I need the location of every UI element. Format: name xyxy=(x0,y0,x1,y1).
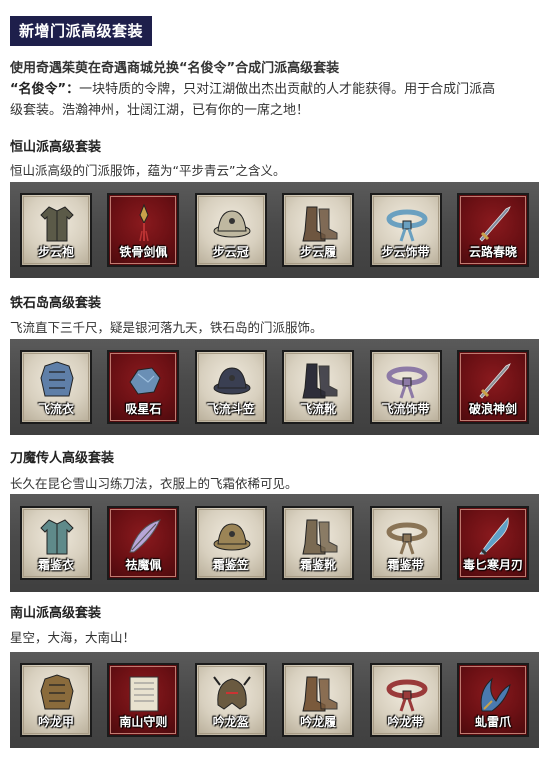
boots-icon xyxy=(302,676,338,712)
item-label: 吟龙盔 xyxy=(212,715,249,729)
hat-icon xyxy=(213,523,251,551)
item-slot[interactable]: 霜鉴靴 xyxy=(282,506,355,580)
item-label: 霜鉴靴 xyxy=(300,558,337,572)
item-label: 霜鉴带 xyxy=(387,558,424,572)
item-slot[interactable]: 霜鉴带 xyxy=(369,506,442,580)
set-title-nanshan: 南山派高级套装 xyxy=(10,606,102,621)
helmet-icon xyxy=(212,676,251,710)
item-strip-hengshan: 步云袍 铁骨剑佩 步云冠 步云履 步云饰带 云路春晓 xyxy=(10,182,539,278)
item-slot[interactable]: 云路春晓 xyxy=(456,193,529,267)
sword-icon xyxy=(479,206,511,242)
item-label: 步云饰带 xyxy=(381,245,430,259)
boots-icon xyxy=(302,206,338,242)
robe-icon xyxy=(40,206,74,242)
item-label: 飞流衣 xyxy=(37,402,74,416)
intro-line-1: 使用奇遇茱萸在奇遇商城兑换“名俊令”合成门派高级套装 xyxy=(10,61,340,76)
item-strip-nanshan: 吟龙甲 南山守则 吟龙盔 吟龙履 吟龙带 虬雷爪 xyxy=(10,652,539,748)
item-label: 云路春晓 xyxy=(468,245,517,259)
boots-icon xyxy=(302,519,338,555)
sword-pendant-icon xyxy=(139,203,150,242)
blade-icon xyxy=(479,517,509,556)
item-slot[interactable]: 祛魔佩 xyxy=(107,506,180,580)
item-label: 破浪神剑 xyxy=(468,402,517,416)
item-label: 铁骨剑佩 xyxy=(119,245,168,259)
item-label: 南山守则 xyxy=(119,715,168,729)
item-label: 霜鉴笠 xyxy=(212,558,249,572)
item-label: 吟龙带 xyxy=(387,715,424,729)
item-label: 霜鉴衣 xyxy=(37,558,74,572)
item-label: 步云履 xyxy=(300,245,337,259)
hat-icon xyxy=(213,210,251,238)
intro-description: “名俊令”：一块特质的令牌，只对江湖做出杰出贡献的人才能获得。用于合成门派高 xyxy=(10,79,542,100)
item-slot[interactable]: 吟龙盔 xyxy=(194,663,267,737)
item-label: 飞流饰带 xyxy=(381,402,430,416)
item-label: 飞流斗笠 xyxy=(206,402,255,416)
set-desc-daomo: 长久在昆仑雪山习练刀法，衣服上的飞霜依稀可见。 xyxy=(10,476,298,491)
item-label: 吸星石 xyxy=(125,402,162,416)
stone-icon xyxy=(129,367,161,395)
set-title-tieshidao: 铁石岛高级套装 xyxy=(10,296,102,311)
item-slot[interactable]: 吟龙履 xyxy=(282,663,355,737)
section-title: 新增门派高级套装 xyxy=(10,16,153,46)
belt-icon xyxy=(386,366,428,399)
belt-icon xyxy=(386,522,428,555)
item-slot[interactable]: 步云履 xyxy=(282,193,355,267)
item-label: 步云袍 xyxy=(37,245,74,259)
token-desc-part1: 一块特质的令牌，只对江湖做出杰出贡献的人才能获得。用于合成门派高 xyxy=(79,82,496,97)
boots-icon xyxy=(302,363,338,399)
item-slot[interactable]: 飞流靴 xyxy=(282,350,355,424)
set-desc-tieshidao: 飞流直下三千尺，疑是银河落九天，铁石岛的门派服饰。 xyxy=(10,320,323,335)
claw-icon xyxy=(480,677,511,712)
item-label: 吟龙履 xyxy=(300,715,337,729)
belt-icon xyxy=(386,209,428,242)
item-slot[interactable]: 破浪神剑 xyxy=(456,350,529,424)
scroll-icon xyxy=(129,676,159,712)
item-slot[interactable]: 步云冠 xyxy=(194,193,267,267)
set-title-daomo: 刀魔传人高级套装 xyxy=(10,451,115,466)
item-slot[interactable]: 飞流衣 xyxy=(20,350,92,424)
robe-icon xyxy=(40,519,74,555)
item-label: 飞流靴 xyxy=(300,402,337,416)
intro-text: 使用奇遇茱萸在奇遇商城兑换“名俊令”合成门派高级套装 “名俊令”：一块特质的令牌… xyxy=(10,58,542,121)
item-label: 虬雷爪 xyxy=(474,715,511,729)
item-slot[interactable]: 铁骨剑佩 xyxy=(107,193,180,267)
item-slot[interactable]: 飞流斗笠 xyxy=(194,350,267,424)
item-slot[interactable]: 吟龙甲 xyxy=(20,663,92,737)
token-name: “名俊令”： xyxy=(10,82,80,97)
item-label: 毒匕寒月刃 xyxy=(462,558,523,572)
item-slot[interactable]: 霜鉴笠 xyxy=(194,506,267,580)
item-slot[interactable]: 吟龙带 xyxy=(369,663,442,737)
belt-icon xyxy=(386,679,428,712)
item-label: 祛魔佩 xyxy=(125,558,162,572)
item-strip-tieshidao: 飞流衣 吸星石 飞流斗笠 飞流靴 飞流饰带 破浪神剑 xyxy=(10,339,539,435)
hat-icon xyxy=(213,367,251,395)
item-slot[interactable]: 虬雷爪 xyxy=(456,663,529,737)
set-desc-nanshan: 星空，大海，大南山！ xyxy=(10,630,136,645)
feather-pendant-icon xyxy=(129,519,162,553)
item-slot[interactable]: 步云袍 xyxy=(20,193,92,267)
item-slot[interactable]: 南山守则 xyxy=(107,663,180,737)
item-label: 步云冠 xyxy=(212,245,249,259)
item-slot[interactable]: 步云饰带 xyxy=(369,193,442,267)
item-label: 吟龙甲 xyxy=(37,715,74,729)
item-slot[interactable]: 霜鉴衣 xyxy=(20,506,92,580)
armor-icon xyxy=(40,674,74,710)
set-desc-hengshan: 恒山派高级的门派服饰，蕴为“平步青云”之含义。 xyxy=(10,163,286,178)
item-slot[interactable]: 吸星石 xyxy=(107,350,180,424)
item-strip-daomo: 霜鉴衣 祛魔佩 霜鉴笠 霜鉴靴 霜鉴带 毒匕寒月刃 xyxy=(10,494,539,592)
intro-description-cont: 级套装。浩瀚神州，壮阔江湖，已有你的一席之地！ xyxy=(10,103,310,118)
armor-icon xyxy=(40,361,74,397)
set-title-hengshan: 恒山派高级套装 xyxy=(10,140,102,155)
item-slot[interactable]: 毒匕寒月刃 xyxy=(456,506,529,580)
item-slot[interactable]: 飞流饰带 xyxy=(369,350,442,424)
sword-icon xyxy=(479,363,511,399)
